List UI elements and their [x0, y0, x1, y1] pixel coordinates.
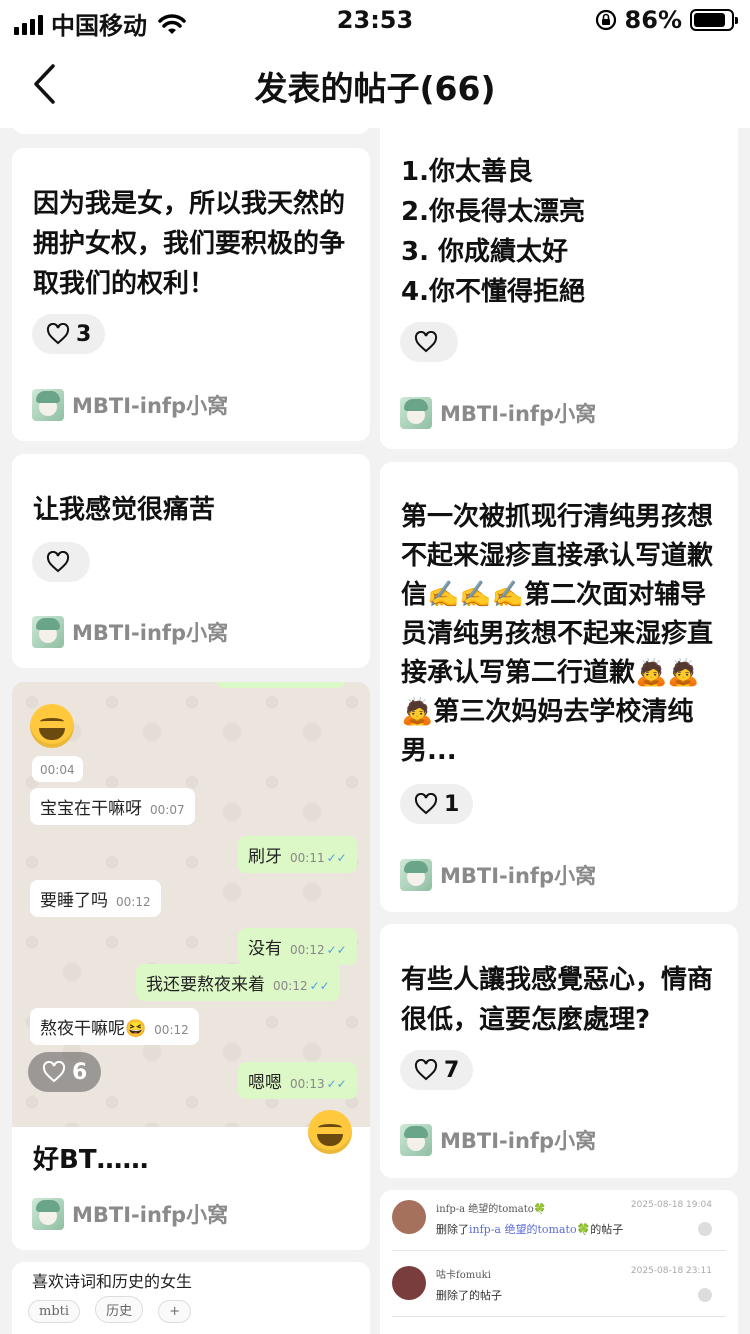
chat-bubble: 嗯嗯 00:13 ✓✓: [238, 1062, 357, 1099]
battery-percentage: 86%: [624, 6, 682, 34]
tag-list: mbti 历史 +: [28, 1296, 201, 1323]
author-name: MBTI-infp小窝: [72, 621, 229, 645]
sweat-smile-emoji-icon: [30, 704, 74, 748]
like-button[interactable]: 3: [32, 314, 106, 354]
post-feed[interactable]: 因为我是女，所以我天然的拥护女权，我们要积极的争取我们的权利！ 3 MBTI-i…: [0, 128, 750, 1334]
author-name: MBTI-infp小窝: [440, 402, 597, 426]
heart-icon: [414, 793, 438, 815]
tag-chip[interactable]: 历史: [95, 1296, 144, 1323]
rotation-lock-icon: [595, 9, 616, 31]
chevron-down-icon: [698, 1222, 712, 1236]
avatar: [392, 1266, 426, 1300]
like-count: 7: [444, 1057, 460, 1083]
post-author[interactable]: MBTI-infp小窝: [32, 616, 228, 648]
chat-bubble: 没有 00:12 ✓✓: [238, 928, 357, 965]
post-text: 有些人讓我感覺惡心，情商很低，這要怎麼處理?: [401, 965, 714, 1035]
chevron-down-icon: [698, 1288, 712, 1302]
avatar: [400, 1124, 432, 1156]
chat-bubble: 宝宝在干嘛呀 00:07: [30, 788, 195, 825]
author-name: MBTI-infp小窝: [72, 1203, 229, 1227]
post-author[interactable]: MBTI-infp小窝: [400, 1124, 596, 1156]
post-card-image[interactable]: 00:04 宝宝在干嘛呀 00:07 刷牙 00:11 ✓✓ 要睡了吗 00:12 没有…: [12, 682, 370, 1250]
avatar: [32, 1198, 64, 1230]
heart-icon: [414, 331, 438, 353]
chat-bubble: 要睡了吗 00:12: [30, 880, 161, 917]
post-author[interactable]: MBTI-infp小窝: [400, 859, 596, 891]
post-text: 喜欢诗词和历史的女生: [32, 1272, 193, 1291]
like-button[interactable]: 7: [400, 1050, 474, 1090]
post-card-partial[interactable]: [12, 128, 370, 134]
avatar: [32, 389, 64, 421]
chat-bubble: 刷牙 00:11 ✓✓: [238, 836, 357, 873]
post-card[interactable]: 因为我是女，所以我天然的拥护女权，我们要积极的争取我们的权利！ 3 MBTI-i…: [12, 148, 370, 441]
post-text: 1.你太善良 2.你長得太漂亮 3. 你成績太好 4.你不懂得拒絕: [401, 157, 585, 307]
nav-bar: 发表的帖子(66): [0, 40, 750, 128]
post-text: 第一次被抓现行清纯男孩想不起来湿疹直接承认写道歉信✍️✍️✍️第二次面对辅导员清…: [401, 502, 714, 766]
author-name: MBTI-infp小窝: [72, 394, 229, 418]
post-text: 好BT……: [33, 1145, 149, 1175]
tag-chip[interactable]: mbti: [28, 1300, 81, 1323]
post-card[interactable]: 第一次被抓现行清纯男孩想不起来湿疹直接承认写道歉信✍️✍️✍️第二次面对辅导员清…: [380, 462, 738, 912]
divider: [392, 1316, 726, 1317]
battery-icon: [690, 9, 738, 31]
post-card[interactable]: 1.你太善良 2.你長得太漂亮 3. 你成績太好 4.你不懂得拒絕 MBTI-i…: [380, 128, 738, 449]
chat-bubble-partial: [216, 682, 346, 688]
chat-bubble: 熬夜干嘛呢😆 00:12: [30, 1008, 199, 1045]
post-author[interactable]: MBTI-infp小窝: [32, 389, 228, 421]
status-bar: 中国移动 23:53 86%: [0, 0, 750, 40]
post-card[interactable]: 让我感觉很痛苦 MBTI-infp小窝: [12, 454, 370, 668]
author-name: MBTI-infp小窝: [440, 864, 597, 888]
page-title: 发表的帖子(66): [254, 69, 496, 108]
avatar: [400, 859, 432, 891]
like-button[interactable]: [400, 322, 458, 362]
notification-row: infp-a 绝望的tomato🍀 删除了infp-a 绝望的tomato🍀的帖…: [392, 1200, 726, 1260]
like-button[interactable]: 6: [28, 1052, 102, 1092]
post-text: 因为我是女，所以我天然的拥护女权，我们要积极的争取我们的权利！: [33, 189, 346, 299]
avatar: [400, 397, 432, 429]
heart-icon: [414, 1059, 438, 1081]
post-card-partial[interactable]: 喜欢诗词和历史的女生 mbti 历史 +: [12, 1262, 370, 1334]
chat-bubble: 我还要熬夜来着 00:12 ✓✓: [136, 964, 340, 1001]
like-button[interactable]: [32, 542, 90, 582]
heart-icon: [46, 323, 70, 345]
author-name: MBTI-infp小窝: [440, 1129, 597, 1153]
tag-chip[interactable]: +: [158, 1300, 192, 1323]
divider: [392, 1250, 726, 1251]
heart-icon: [46, 551, 70, 573]
avatar: [392, 1200, 426, 1234]
avatar: [32, 616, 64, 648]
like-count: 1: [444, 791, 460, 817]
post-image-chat-screenshot: 00:04 宝宝在干嘛呀 00:07 刷牙 00:11 ✓✓ 要睡了吗 00:12 没有…: [12, 682, 370, 1154]
post-card-image-partial[interactable]: infp-a 绝望的tomato🍀 删除了infp-a 绝望的tomato🍀的帖…: [380, 1190, 738, 1334]
like-button[interactable]: 1: [400, 784, 474, 824]
like-count: 3: [76, 321, 92, 347]
post-author[interactable]: MBTI-infp小窝: [32, 1198, 228, 1230]
notification-row: 咕卡fomuki 删除了的帖子 2025-08-18 23:11: [392, 1266, 726, 1326]
chat-timestamp: 00:04: [32, 756, 83, 782]
post-text: 让我感觉很痛苦: [33, 495, 216, 525]
like-count: 6: [72, 1059, 88, 1085]
post-card[interactable]: 有些人讓我感覺惡心，情商很低，這要怎麼處理? 7 MBTI-infp小窝: [380, 924, 738, 1178]
post-author[interactable]: MBTI-infp小窝: [400, 397, 596, 429]
heart-icon: [42, 1061, 66, 1083]
